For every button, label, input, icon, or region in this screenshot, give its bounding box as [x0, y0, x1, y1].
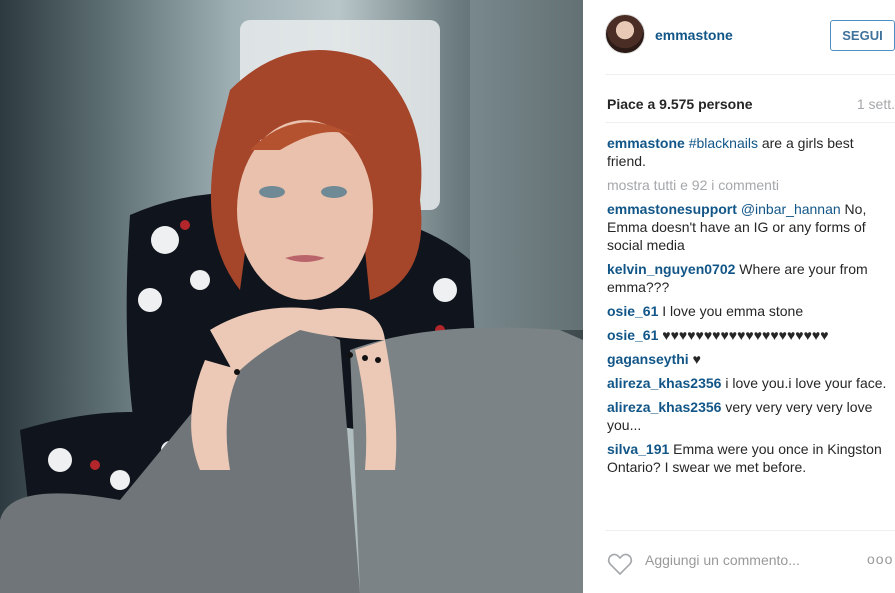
comment-username[interactable]: alireza_khas2356	[607, 399, 721, 415]
comment-text: ♥	[688, 351, 701, 367]
post-header: emmastone SEGUI	[605, 14, 895, 60]
comment-username[interactable]: osie_61	[607, 303, 658, 319]
footer-divider	[605, 530, 895, 531]
likes-row: Piace a 9.575 persone 1 sett.	[607, 96, 895, 114]
comment-username[interactable]: kelvin_nguyen0702	[607, 261, 735, 277]
heart-outline-icon[interactable]	[607, 552, 633, 581]
hashtag-link[interactable]: #blacknails	[689, 135, 758, 151]
comment-text: ♥♥♥♥♥♥♥♥♥♥♥♥♥♥♥♥♥♥♥♥	[658, 327, 829, 343]
comment-text: I love you emma stone	[658, 303, 804, 319]
post-sidebar: emmastone SEGUI Piace a 9.575 persone 1 …	[583, 0, 895, 593]
list-item: alireza_khas2356 very very very very lov…	[607, 398, 892, 434]
comment-username[interactable]: osie_61	[607, 327, 658, 343]
post-photo[interactable]	[0, 0, 583, 593]
follow-button[interactable]: SEGUI	[830, 20, 895, 51]
more-options-icon[interactable]: ooo	[867, 551, 893, 567]
likes-count[interactable]: Piace a 9.575 persone	[607, 96, 753, 112]
photo-illustration	[0, 0, 583, 593]
show-all-comments-link[interactable]: mostra tutti e 92 i commenti	[607, 176, 892, 194]
list-item: emmastonesupport @inbar_hannan No, Emma …	[607, 200, 892, 254]
comment-list: emmastone #blacknails are a girls best f…	[607, 134, 892, 482]
list-item: osie_61 I love you emma stone	[607, 302, 892, 320]
comment-username[interactable]: emmastonesupport	[607, 201, 737, 217]
caption: emmastone #blacknails are a girls best f…	[607, 134, 892, 170]
post-age[interactable]: 1 sett.	[857, 96, 895, 112]
likes-divider	[605, 122, 895, 123]
list-item: gaganseythi ♥	[607, 350, 892, 368]
comment-input[interactable]	[645, 552, 860, 568]
comment-username[interactable]: gaganseythi	[607, 351, 689, 367]
mention-link[interactable]: @inbar_hannan	[741, 201, 841, 217]
list-item: kelvin_nguyen0702 Where are your from em…	[607, 260, 892, 296]
comment-text: i love you.i love your face.	[721, 375, 887, 391]
comment-bar: ooo	[605, 545, 895, 585]
header-divider	[605, 74, 895, 75]
list-item: osie_61 ♥♥♥♥♥♥♥♥♥♥♥♥♥♥♥♥♥♥♥♥	[607, 326, 892, 344]
author-username[interactable]: emmastone	[655, 27, 733, 43]
list-item: alireza_khas2356 i love you.i love your …	[607, 374, 892, 392]
avatar[interactable]	[605, 14, 645, 54]
comment-username[interactable]: silva_191	[607, 441, 669, 457]
list-item: silva_191 Emma were you once in Kingston…	[607, 440, 892, 476]
comment-username[interactable]: alireza_khas2356	[607, 375, 721, 391]
comment-username[interactable]: emmastone	[607, 135, 685, 151]
